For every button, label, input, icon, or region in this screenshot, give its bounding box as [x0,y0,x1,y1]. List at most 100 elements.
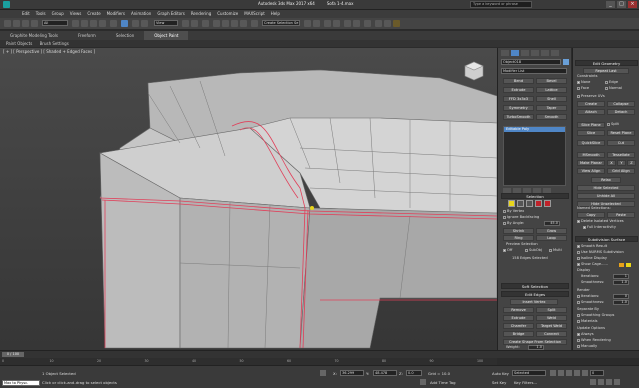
pivot-icon[interactable] [182,20,189,27]
delete-isolated-checkbox[interactable]: Delete Isolated Vertices [577,219,624,224]
copy-button[interactable]: Copy [577,212,605,218]
tab-selection[interactable]: Selection [106,31,144,40]
cut-button[interactable]: Cut [607,140,635,146]
go-to-start-icon[interactable] [550,370,556,376]
render-teapot-icon[interactable] [393,20,400,27]
ignore-backfacing-checkbox[interactable]: Ignore Backfacing [503,215,539,220]
tab-paint-objects[interactable]: Paint Objects [6,41,32,46]
menu-item-edit[interactable]: Edit [22,10,30,18]
create-tab-icon[interactable] [501,50,509,56]
window-crossing-icon[interactable] [99,20,106,27]
menu-item-create[interactable]: Create [87,10,100,18]
split-edge-button[interactable]: Split [536,307,567,313]
slice-plane-button[interactable]: Slice Plane [577,122,605,128]
rotate-icon[interactable] [121,20,128,27]
render-smoothness-checkbox[interactable]: Smoothness: [577,300,604,305]
set-key-button[interactable]: Set Key [492,380,506,385]
viewport-mesh[interactable] [0,48,497,350]
previous-frame-icon[interactable] [558,370,564,376]
y-coordinate[interactable]: 48.478 [373,370,397,376]
scene-explorer-icon[interactable] [324,20,331,27]
motion-tab-icon[interactable] [531,50,539,56]
always-radio[interactable]: Always [577,332,594,337]
lock-selection-icon[interactable] [320,370,326,376]
close-icon[interactable]: × [628,1,637,8]
move-icon[interactable] [110,20,117,27]
modifier-taper-button[interactable]: Taper [536,105,567,111]
chamfer-button[interactable]: Chamfer [503,323,534,329]
menu-item-views[interactable]: Views [70,10,82,18]
reset-plane-button[interactable]: Reset Plane [607,130,635,136]
render-iterations-checkbox[interactable]: Iterations: [577,294,599,299]
tab-freeform[interactable]: Freeform [68,31,106,40]
target-weld-button[interactable]: Target Weld [536,323,567,329]
insert-vertex-button[interactable]: Insert Vertex [510,299,558,305]
tab-brush-settings[interactable]: Brush Settings [40,41,69,46]
modifier-smooth-button[interactable]: Smooth [536,114,567,120]
constraint-normal-radio[interactable]: Normal [605,86,622,91]
detach-button[interactable]: Detach [607,109,635,115]
hierarchy-tab-icon[interactable] [521,50,529,56]
slice-button[interactable]: Slice [577,130,605,136]
iterations-spinner[interactable]: 1 [613,274,629,279]
display-tab-icon[interactable] [541,50,549,56]
select-by-name-icon[interactable] [81,20,88,27]
grow-button[interactable]: Grow [536,228,567,234]
menu-item-graph-editors[interactable]: Graph Editors [157,10,184,18]
isoline-display-checkbox[interactable]: Isoline Display [577,256,607,261]
view-align-button[interactable]: View Align [577,168,605,174]
tab-object-paint[interactable]: Object Paint [144,31,189,40]
use-nurms-checkbox[interactable]: Use NURMS Subdivision [577,250,624,255]
cage-selection-color-swatch[interactable] [626,263,631,267]
preview-multi-radio[interactable]: Multi [549,248,562,253]
menu-item-rendering[interactable]: Rendering [191,10,211,18]
unhide-all-button[interactable]: Unhide All [577,193,635,199]
ring-button[interactable]: Ring [503,235,534,241]
smoothing-groups-checkbox[interactable]: Smoothing Groups [577,313,614,318]
edit-geometry-rollout-header[interactable]: Edit Geometry [575,60,638,66]
unlink-icon[interactable] [31,20,38,27]
menu-item-group[interactable]: Group [52,10,64,18]
curve-editor-icon[interactable] [344,20,351,27]
grid-align-button[interactable]: Grid Align [607,168,635,174]
smoothness-spinner[interactable]: 1.0 [613,280,629,285]
modifier-lattice-button[interactable]: Lattice [536,87,567,93]
menu-item-animation[interactable]: Animation [131,10,151,18]
hide-selected-button[interactable]: Hide Selected [577,185,635,191]
menu-item-modifiers[interactable]: Modifiers [107,10,125,18]
add-time-tag[interactable]: Add Time Tag [430,380,455,385]
viewcube-icon[interactable] [463,60,485,82]
redo-icon[interactable] [13,20,20,27]
time-slider[interactable]: 0 / 100 [2,352,24,357]
next-frame-icon[interactable] [574,370,580,376]
modifier-bend-button[interactable]: Bend [503,78,534,84]
subdivision-rollout-header[interactable]: Subdivision Surface [575,236,638,242]
by-vertex-checkbox[interactable]: By Vertex [503,209,524,214]
tessellate-button[interactable]: Tessellate [607,152,635,158]
planarize-y-button[interactable]: Y [617,160,626,166]
rectangle-selection-icon[interactable] [90,20,97,27]
msmooth-button[interactable]: MSmooth [577,152,605,158]
modify-tab-icon[interactable] [511,50,519,56]
planarize-x-button[interactable]: X [607,160,616,166]
polygon-level-icon[interactable] [535,200,542,207]
align-icon[interactable] [313,20,320,27]
named-selection-dropdown[interactable]: Create Selection Se [262,20,300,26]
minimize-icon[interactable]: _ [606,1,615,8]
angle-snap-icon[interactable] [222,20,229,27]
preserve-uvs-checkbox[interactable]: Preserve UVs [577,94,605,99]
maximize-viewport-icon[interactable] [614,379,620,385]
material-editor-icon[interactable] [364,20,371,27]
modifier-extrude-button[interactable]: Extrude [503,87,534,93]
app-logo-icon[interactable] [3,1,10,8]
when-rendering-radio[interactable]: When Rendering [577,338,611,343]
schematic-view-icon[interactable] [353,20,360,27]
vertex-level-icon[interactable] [508,200,515,207]
time-tag-icon[interactable] [420,379,426,385]
menu-item-help[interactable]: Help [271,10,280,18]
attach-button[interactable]: Attach [577,109,605,115]
bridge-button[interactable]: Bridge [503,331,534,337]
modifier-symmetry-button[interactable]: Symmetry [503,105,534,111]
undo-icon[interactable] [4,20,11,27]
collapse-button[interactable]: Collapse [607,101,635,107]
